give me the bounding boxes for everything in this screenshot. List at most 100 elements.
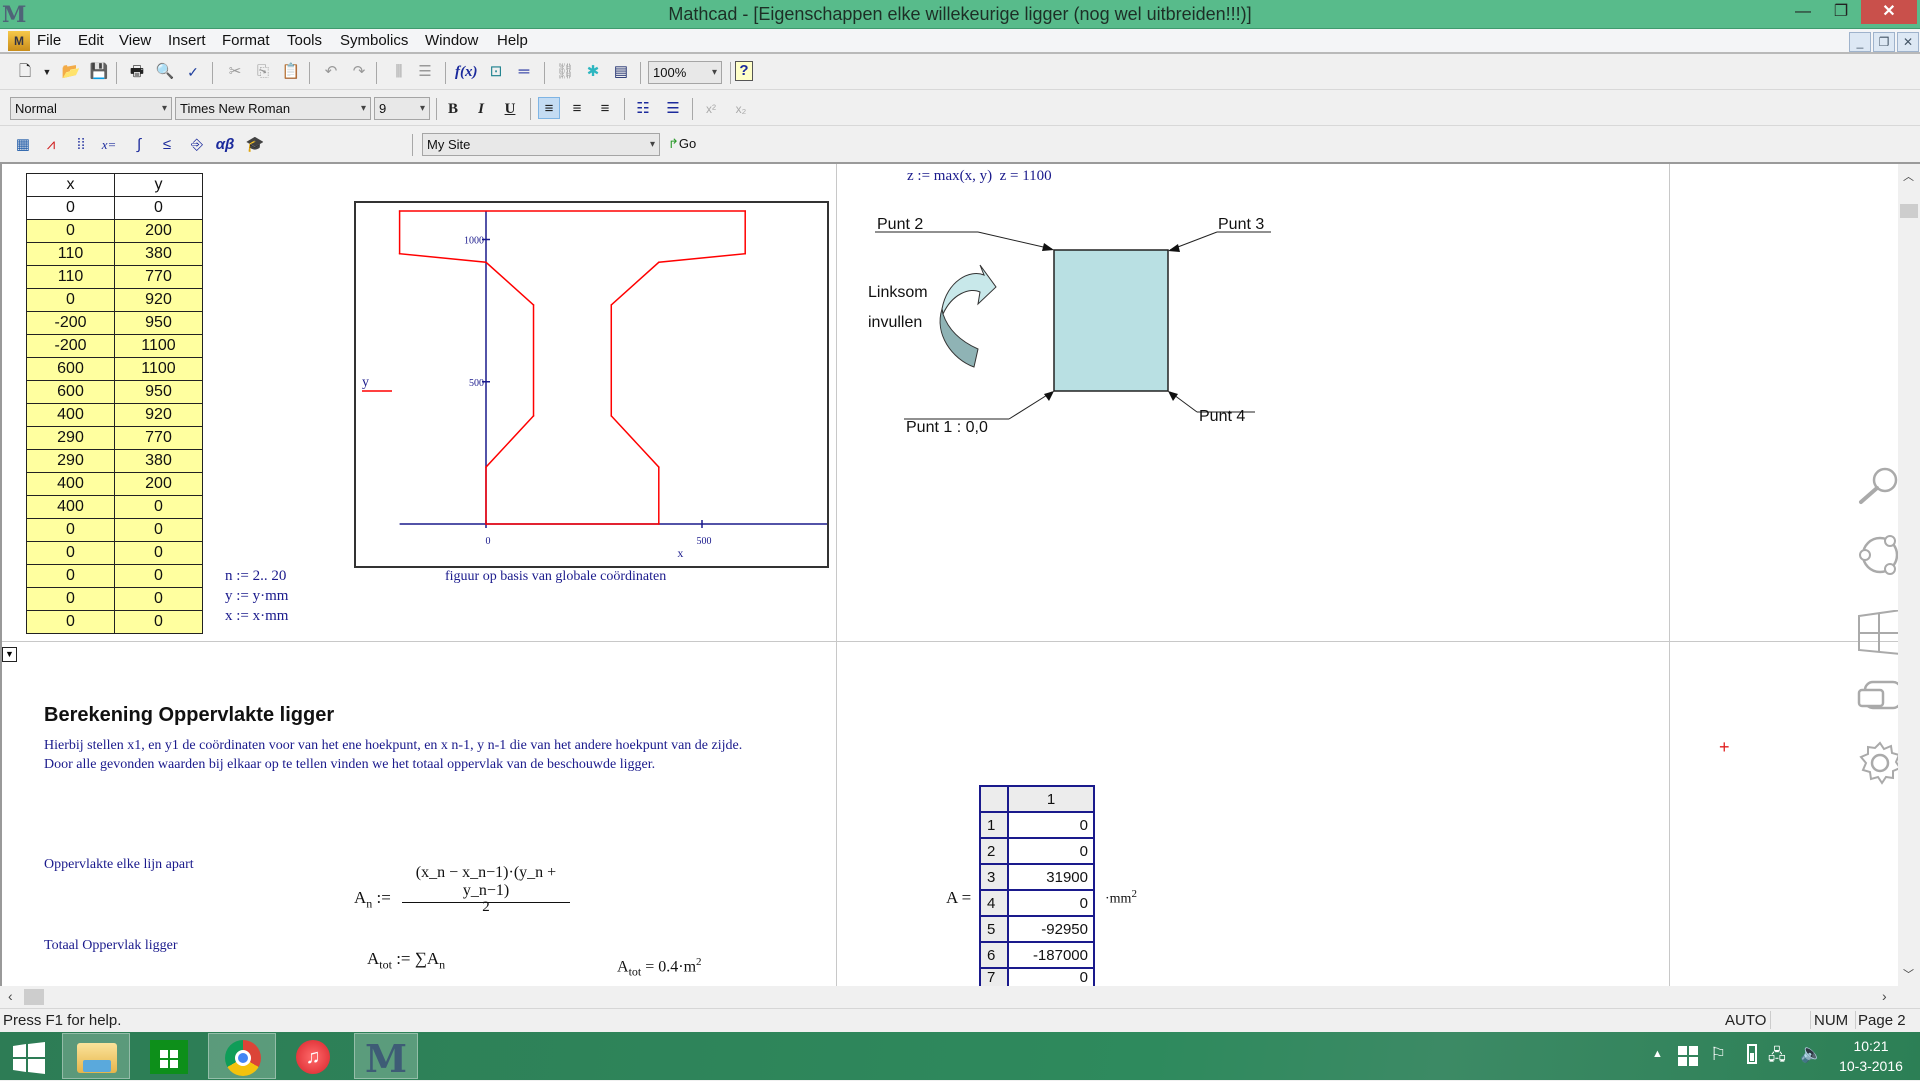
- scroll-down-icon[interactable]: ﹀: [1903, 966, 1914, 982]
- zoom-select[interactable]: 100% ▾: [648, 61, 722, 84]
- y-cell[interactable]: 1100: [114, 334, 203, 358]
- network-icon[interactable]: 🖧: [1768, 1044, 1786, 1071]
- scroll-up-icon[interactable]: ︿: [1903, 168, 1914, 184]
- paste-icon[interactable]: 📋: [280, 61, 302, 83]
- x-cell[interactable]: 110: [26, 265, 115, 289]
- go-button[interactable]: ↱Go: [668, 136, 696, 152]
- worksheet[interactable]: x y 0 0 0 200 110 380 110 770 0 920 -200 950 -200 1100 6…: [0, 164, 1898, 986]
- y-cell[interactable]: 770: [114, 426, 203, 450]
- graph-icon[interactable]: ⩘: [40, 134, 62, 156]
- menu-window[interactable]: Window: [425, 32, 478, 49]
- An-formula-numerator[interactable]: (x_n − x_n−1)·(y_n + y_n−1): [402, 864, 570, 903]
- align-down-icon[interactable]: ☰: [414, 61, 436, 83]
- copy-icon[interactable]: ⎘: [252, 61, 274, 83]
- run-script-icon[interactable]: ▤: [610, 61, 632, 83]
- menu-edit[interactable]: Edit: [78, 32, 104, 49]
- search-charm-icon[interactable]: [1857, 464, 1898, 510]
- spellcheck-icon[interactable]: ✓: [182, 61, 204, 83]
- y-cell[interactable]: 0: [114, 587, 203, 611]
- collapse-region-toggle[interactable]: ▼: [2, 647, 17, 662]
- x-cell[interactable]: 0: [26, 541, 115, 565]
- align-across-icon[interactable]: ⫼: [388, 61, 410, 83]
- align-right-icon[interactable]: ≡: [594, 98, 616, 120]
- itunes-icon[interactable]: ♫: [296, 1040, 330, 1074]
- style-select[interactable]: Normal ▾: [10, 97, 172, 120]
- programming-icon[interactable]: ⎆: [186, 134, 208, 156]
- print-preview-icon[interactable]: 🔍: [154, 61, 176, 83]
- clock-date[interactable]: 10-3-2016: [1832, 1058, 1910, 1074]
- vertical-scroll-thumb[interactable]: [1900, 204, 1918, 218]
- x-cell[interactable]: 290: [26, 449, 115, 473]
- undo-icon[interactable]: ↶: [320, 61, 342, 83]
- evaluation-icon[interactable]: x=: [98, 134, 120, 156]
- store-icon[interactable]: [150, 1040, 188, 1074]
- y-cell[interactable]: 770: [114, 265, 203, 289]
- doc-close-button[interactable]: ✕: [1897, 32, 1919, 52]
- component-wizard-icon[interactable]: ✱: [582, 61, 604, 83]
- devices-charm-icon[interactable]: [1857, 674, 1898, 720]
- x-cell[interactable]: 400: [26, 472, 115, 496]
- symbolic-icon[interactable]: 🎓: [244, 134, 266, 156]
- y-cell[interactable]: 200: [114, 472, 203, 496]
- cut-icon[interactable]: ✂: [224, 61, 246, 83]
- redo-icon[interactable]: ↷: [348, 61, 370, 83]
- x-cell[interactable]: 0: [26, 564, 115, 588]
- vertical-scrollbar[interactable]: ︿ ﹀: [1898, 164, 1920, 986]
- start-charm-icon[interactable]: [1857, 610, 1898, 656]
- scroll-right-icon[interactable]: ›: [1882, 988, 1887, 1004]
- help-icon[interactable]: ?: [735, 61, 753, 81]
- y-cell[interactable]: 200: [114, 219, 203, 243]
- insert-function-icon[interactable]: f(x): [455, 61, 478, 83]
- minimize-button[interactable]: —: [1786, 0, 1820, 24]
- align-center-icon[interactable]: ≡: [566, 98, 588, 120]
- x-cell[interactable]: -200: [26, 311, 115, 335]
- align-left-icon[interactable]: ≡: [538, 97, 560, 119]
- menu-help[interactable]: Help: [497, 32, 528, 49]
- chrome-icon[interactable]: [208, 1033, 276, 1079]
- Atot-definition[interactable]: Atot := ∑An: [367, 949, 445, 972]
- Atot-result[interactable]: Atot = 0.4·m2: [617, 956, 702, 980]
- y-cell[interactable]: 0: [114, 518, 203, 542]
- settings-charm-icon[interactable]: [1857, 740, 1898, 786]
- y-cell[interactable]: 950: [114, 311, 203, 335]
- xy-plot[interactable]: 050010005001000xy: [354, 201, 829, 568]
- site-select[interactable]: My Site ▾: [422, 133, 660, 156]
- x-cell[interactable]: 0: [26, 587, 115, 611]
- x-cell[interactable]: 0: [26, 196, 115, 220]
- menu-file[interactable]: File: [37, 32, 61, 49]
- maximize-button[interactable]: ❐: [1824, 0, 1858, 24]
- x-cell[interactable]: 0: [26, 219, 115, 243]
- y-cell[interactable]: 380: [114, 242, 203, 266]
- y-cell[interactable]: 920: [114, 288, 203, 312]
- y-cell[interactable]: 0: [114, 564, 203, 588]
- italic-button[interactable]: I: [470, 98, 492, 120]
- document-icon[interactable]: M: [8, 31, 30, 51]
- bold-button[interactable]: B: [442, 98, 464, 120]
- A-result-matrix[interactable]: 1 1 0 2 0 3 31900 4 0 5 -92950 6 -187000 7 0: [979, 785, 1095, 986]
- x-cell[interactable]: 0: [26, 610, 115, 634]
- xy-input-table[interactable]: x y 0 0 0 200 110 380 110 770 0 920 -200 950 -200 1100 6…: [26, 173, 203, 634]
- menu-symbolics[interactable]: Symbolics: [340, 32, 408, 49]
- mathcad-icon[interactable]: M: [354, 1033, 418, 1081]
- horizontal-scrollbar[interactable]: ‹ ›: [0, 986, 1898, 1008]
- insert-unit-icon[interactable]: ⊡: [485, 61, 507, 83]
- z-definition[interactable]: z := max(x, y) z = 1100: [907, 168, 1052, 185]
- menu-insert[interactable]: Insert: [168, 32, 206, 49]
- x-cell[interactable]: 400: [26, 495, 115, 519]
- y-definition[interactable]: y := y·mm: [225, 588, 288, 605]
- x-cell[interactable]: 600: [26, 380, 115, 404]
- battery-icon[interactable]: [1747, 1044, 1757, 1064]
- y-cell[interactable]: 0: [114, 541, 203, 565]
- x-cell[interactable]: 290: [26, 426, 115, 450]
- x-definition[interactable]: x := x·mm: [225, 608, 288, 625]
- y-cell[interactable]: 380: [114, 449, 203, 473]
- doc-minimize-button[interactable]: _: [1849, 32, 1871, 52]
- bullet-list-icon[interactable]: ☷: [632, 98, 654, 120]
- An-formula-lhs[interactable]: An :=: [354, 888, 391, 911]
- x-cell[interactable]: 0: [26, 518, 115, 542]
- x-cell[interactable]: 400: [26, 403, 115, 427]
- x-cell[interactable]: 600: [26, 357, 115, 381]
- new-dropdown-icon[interactable]: ▼: [36, 61, 58, 83]
- doc-restore-button[interactable]: ❐: [1873, 32, 1895, 52]
- close-button[interactable]: ✕: [1861, 0, 1917, 24]
